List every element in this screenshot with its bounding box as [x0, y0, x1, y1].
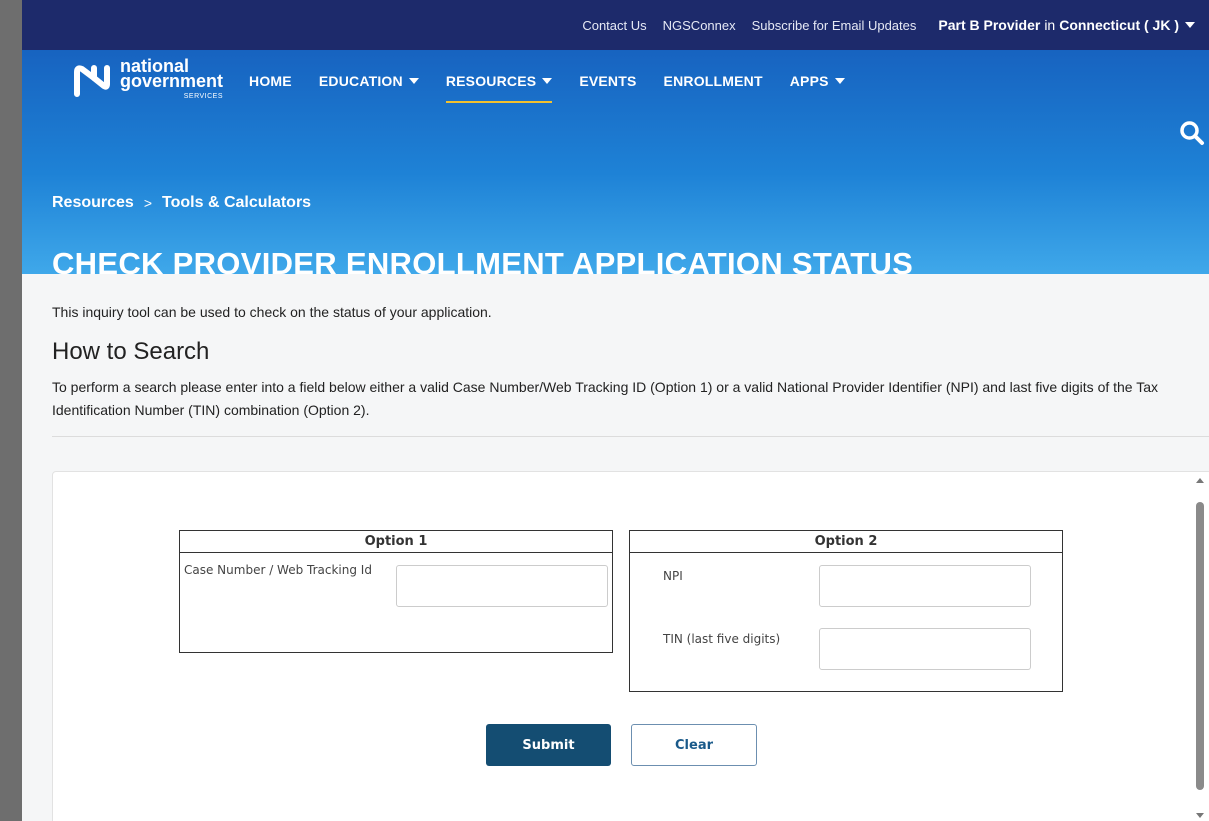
breadcrumb-separator: > — [143, 195, 153, 211]
chevron-down-icon — [834, 78, 845, 84]
nav-enrollment[interactable]: ENROLLMENT — [664, 50, 763, 112]
logo-line2: government — [120, 70, 224, 91]
instructions-text: To perform a search please enter into a … — [52, 379, 1159, 418]
scroll-up-icon[interactable] — [1196, 478, 1204, 483]
tin-input[interactable] — [819, 628, 1031, 670]
subscribe-link[interactable]: Subscribe for Email Updates — [752, 18, 917, 33]
page-title: CHECK PROVIDER ENROLLMENT APPLICATION ST… — [52, 246, 914, 281]
region-selector[interactable]: Part B Provider in Connecticut ( JK ) — [938, 17, 1195, 33]
utility-bar: Contact Us NGSConnex Subscribe for Email… — [22, 0, 1209, 50]
npi-input[interactable] — [819, 565, 1031, 607]
chevron-down-icon — [542, 78, 553, 84]
case-number-label: Case Number / Web Tracking Id — [184, 563, 372, 577]
nav-events[interactable]: EVENTS — [579, 50, 636, 112]
page: Contact Us NGSConnex Subscribe for Email… — [22, 0, 1209, 821]
breadcrumb-tools[interactable]: Tools & Calculators — [162, 194, 311, 212]
option2-box: Option 2 NPI TIN (last five digits) — [629, 530, 1063, 692]
nav-events-label: EVENTS — [579, 73, 637, 89]
submit-button[interactable]: Submit — [486, 724, 611, 766]
nav-enrollment-label: ENROLLMENT — [663, 73, 763, 89]
option2-title: Option 2 — [630, 531, 1062, 553]
search-form-panel: Option 1 Case Number / Web Tracking Id O… — [52, 471, 1209, 821]
option1-title: Option 1 — [180, 531, 612, 553]
scroll-down-icon[interactable] — [1196, 813, 1204, 818]
region-state: Connecticut ( JK ) — [1059, 17, 1179, 33]
breadcrumb-resources[interactable]: Resources — [52, 194, 134, 212]
ngsconnex-link[interactable]: NGSConnex — [663, 18, 736, 33]
hero-banner: national government SERVICES HOME EDUCAT… — [22, 50, 1209, 281]
nav-education-label: EDUCATION — [318, 73, 403, 89]
how-to-search-heading: How to Search — [52, 338, 210, 365]
npi-label: NPI — [663, 569, 683, 583]
clear-button[interactable]: Clear — [631, 724, 757, 766]
tin-label: TIN (last five digits) — [663, 632, 781, 646]
chevron-down-icon — [408, 78, 419, 84]
nav-education[interactable]: EDUCATION — [319, 50, 419, 112]
logo-text: national government SERVICES — [120, 57, 224, 104]
chevron-down-icon — [1185, 22, 1195, 28]
nav-home-label: HOME — [249, 73, 292, 89]
logo[interactable]: national government SERVICES — [74, 57, 224, 104]
logo-line3: SERVICES — [183, 92, 224, 100]
main-content: This inquiry tool can be used to check o… — [22, 274, 1209, 437]
ngs-logo-icon — [74, 65, 110, 97]
nav-apps-label: APPS — [789, 73, 829, 89]
nav-resources[interactable]: RESOURCES — [445, 50, 553, 112]
search-icon[interactable] — [1179, 120, 1205, 146]
case-number-input[interactable] — [396, 565, 608, 607]
intro-text: This inquiry tool can be used to check o… — [52, 304, 492, 320]
contact-us-link[interactable]: Contact Us — [582, 18, 646, 33]
divider — [52, 436, 1209, 437]
nav-home[interactable]: HOME — [249, 50, 292, 112]
option1-box: Option 1 Case Number / Web Tracking Id — [179, 530, 613, 653]
breadcrumb: Resources > Tools & Calculators — [52, 194, 311, 212]
nav-resources-label: RESOURCES — [445, 73, 537, 89]
form-scrollbar[interactable] — [1193, 472, 1207, 820]
scroll-thumb[interactable] — [1196, 502, 1204, 790]
region-in: in — [1044, 17, 1056, 33]
nav-apps[interactable]: APPS — [790, 50, 845, 112]
main-nav: national government SERVICES HOME EDUCAT… — [22, 50, 1209, 112]
region-role: Part B Provider — [938, 17, 1041, 33]
